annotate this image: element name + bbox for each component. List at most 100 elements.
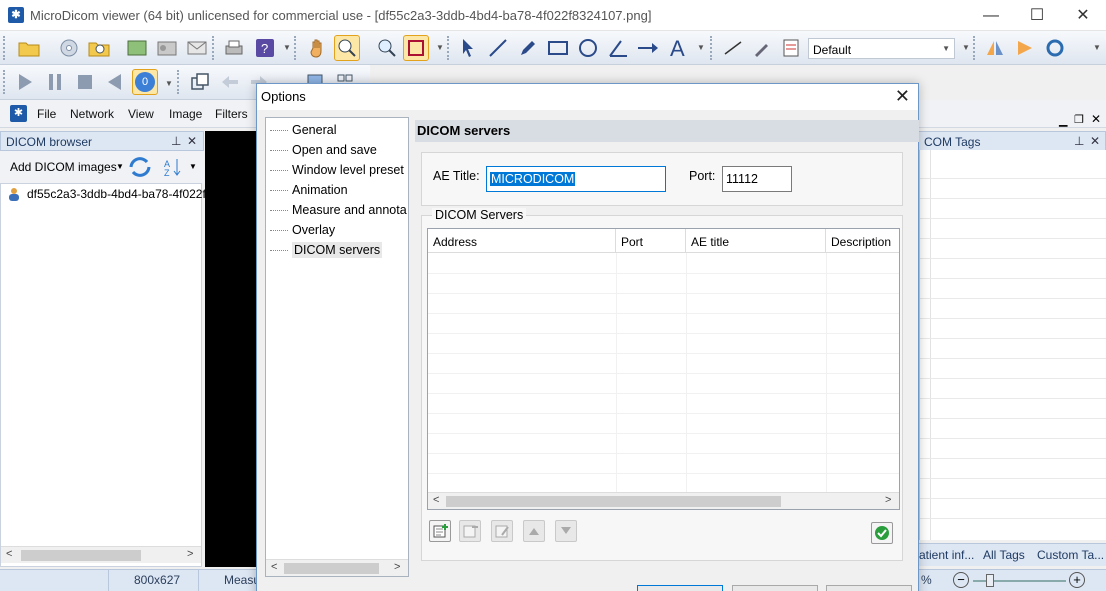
tab-patient-info[interactable]: atient inf... (919, 548, 974, 562)
mdi-restore-icon[interactable]: ❐ (1074, 113, 1084, 126)
scrollbar-thumb[interactable] (446, 496, 781, 507)
export-image-icon[interactable] (124, 35, 150, 61)
column-header-ae-title[interactable]: AE title (686, 229, 826, 253)
angle-tool-icon[interactable] (605, 35, 631, 61)
chevron-down-icon[interactable]: ▼ (697, 43, 705, 52)
menu-network[interactable]: Network (70, 107, 114, 121)
add-dicom-images-button[interactable]: Add DICOM images (10, 160, 117, 174)
image-viewport[interactable] (205, 131, 257, 567)
port-input[interactable]: 11112 (722, 166, 792, 192)
open-cd-icon[interactable] (56, 35, 82, 61)
move-up-button[interactable] (523, 520, 545, 542)
toolbar-grip[interactable] (3, 70, 7, 94)
scroll-left-icon[interactable]: < (433, 494, 439, 506)
pause-icon[interactable] (42, 69, 68, 95)
add-server-button[interactable] (429, 520, 451, 542)
stop-icon[interactable] (72, 69, 98, 95)
rectangle-tool-icon[interactable] (545, 35, 571, 61)
pointer-icon[interactable] (455, 35, 481, 61)
scroll-left-icon[interactable]: < (271, 561, 277, 573)
close-icon[interactable]: ✕ (187, 134, 197, 148)
chevron-down-icon[interactable]: ▼ (1093, 43, 1101, 52)
tree-horizontal-scrollbar[interactable]: < > (266, 559, 408, 576)
search-folder-icon[interactable] (86, 35, 112, 61)
chevron-down-icon[interactable]: ▼ (962, 43, 970, 52)
scrollbar-thumb[interactable] (21, 550, 141, 561)
menu-filters[interactable]: Filters (215, 107, 248, 121)
toolbar-grip[interactable] (294, 36, 298, 60)
back-arrow-icon[interactable] (217, 69, 243, 95)
scroll-left-icon[interactable]: < (6, 548, 12, 560)
text-tool-icon[interactable]: A (665, 35, 691, 61)
previous-frame-icon[interactable] (102, 69, 128, 95)
tree-item-window-level[interactable]: Window level preset (270, 163, 404, 177)
scroll-right-icon[interactable]: > (394, 561, 400, 573)
magnifier-icon[interactable] (374, 35, 400, 61)
scrollbar-thumb[interactable] (284, 563, 379, 574)
close-icon[interactable]: ✕ (1090, 134, 1100, 148)
zoom-slider-thumb[interactable] (986, 574, 994, 587)
polyline-icon[interactable] (720, 35, 746, 61)
remove-server-button[interactable] (459, 520, 481, 542)
crop-fit-icon[interactable] (403, 35, 429, 61)
toolbar-grip[interactable] (177, 70, 181, 94)
tree-item-animation[interactable]: Animation (270, 183, 348, 197)
flip-horizontal-icon[interactable] (982, 35, 1008, 61)
zoom-out-button[interactable]: − (953, 572, 969, 588)
menu-file[interactable]: File (37, 107, 56, 121)
chevron-down-icon[interactable]: ▼ (436, 43, 444, 52)
line-tool-icon[interactable] (485, 35, 511, 61)
tab-custom-tags[interactable]: Custom Ta... (1037, 548, 1104, 562)
mdi-minimize-icon[interactable]: ▁ (1059, 114, 1067, 127)
chevron-down-icon[interactable]: ▼ (189, 162, 197, 171)
layout-icon[interactable] (187, 69, 213, 95)
tree-item-measure[interactable]: Measure and annota (270, 203, 407, 217)
rotate-icon[interactable] (1042, 35, 1068, 61)
print-icon[interactable] (221, 35, 247, 61)
table-horizontal-scrollbar[interactable]: < > (428, 492, 899, 509)
chevron-down-icon[interactable]: ▼ (283, 43, 291, 52)
app-menu-icon[interactable]: ✱ (10, 105, 27, 122)
zoom-tool-icon[interactable] (334, 35, 360, 61)
tree-item-dicom-servers[interactable]: DICOM servers (270, 242, 383, 258)
arrow-tool-icon[interactable] (635, 35, 661, 61)
open-folder-icon[interactable] (16, 35, 42, 61)
column-header-description[interactable]: Description (826, 229, 899, 253)
email-icon[interactable] (184, 35, 210, 61)
column-header-port[interactable]: Port (616, 229, 686, 253)
tree-item-general[interactable]: General (270, 123, 336, 137)
annotation-settings-icon[interactable] (778, 35, 804, 61)
dicom-servers-table[interactable]: Address Port AE title Description < > (427, 228, 900, 510)
tree-item-open-save[interactable]: Open and save (270, 143, 377, 157)
ok-button[interactable] (637, 585, 723, 591)
apply-button[interactable] (826, 585, 912, 591)
pin-icon[interactable]: ⊥ (1074, 134, 1084, 148)
menu-view[interactable]: View (128, 107, 154, 121)
ae-title-input[interactable]: MICRODICOM (486, 166, 666, 192)
minimize-button[interactable]: — (968, 0, 1014, 31)
sort-icon[interactable]: AZ (164, 157, 182, 180)
close-window-button[interactable]: ✕ (1060, 0, 1106, 31)
flip-vertical-icon[interactable] (1012, 35, 1038, 61)
chevron-down-icon[interactable]: ▼ (165, 79, 173, 88)
toolbar-grip[interactable] (710, 36, 714, 60)
tree-item-overlay[interactable]: Overlay (270, 223, 335, 237)
zoom-in-button[interactable]: + (1069, 572, 1085, 588)
column-header-address[interactable]: Address (428, 229, 616, 253)
tab-all-tags[interactable]: All Tags (983, 548, 1025, 562)
pan-hand-icon[interactable] (305, 35, 331, 61)
help-icon[interactable]: ? (252, 35, 278, 61)
refresh-icon[interactable] (127, 155, 153, 182)
brush-icon[interactable] (749, 35, 775, 61)
toolbar-grip[interactable] (447, 36, 451, 60)
verify-server-button[interactable] (871, 522, 893, 544)
mdi-close-icon[interactable]: ✕ (1091, 112, 1101, 126)
pin-icon[interactable]: ⊥ (171, 134, 181, 148)
edit-server-button[interactable] (491, 520, 513, 542)
dialog-close-icon[interactable]: ✕ (895, 86, 910, 107)
cancel-button[interactable] (732, 585, 818, 591)
dicom-file-item[interactable]: df55c2a3-3ddb-4bd4-ba78-4f022f (27, 187, 206, 201)
ellipse-tool-icon[interactable] (575, 35, 601, 61)
toolbar-grip[interactable] (973, 36, 977, 60)
browser-horizontal-scrollbar[interactable]: < > (1, 546, 201, 563)
